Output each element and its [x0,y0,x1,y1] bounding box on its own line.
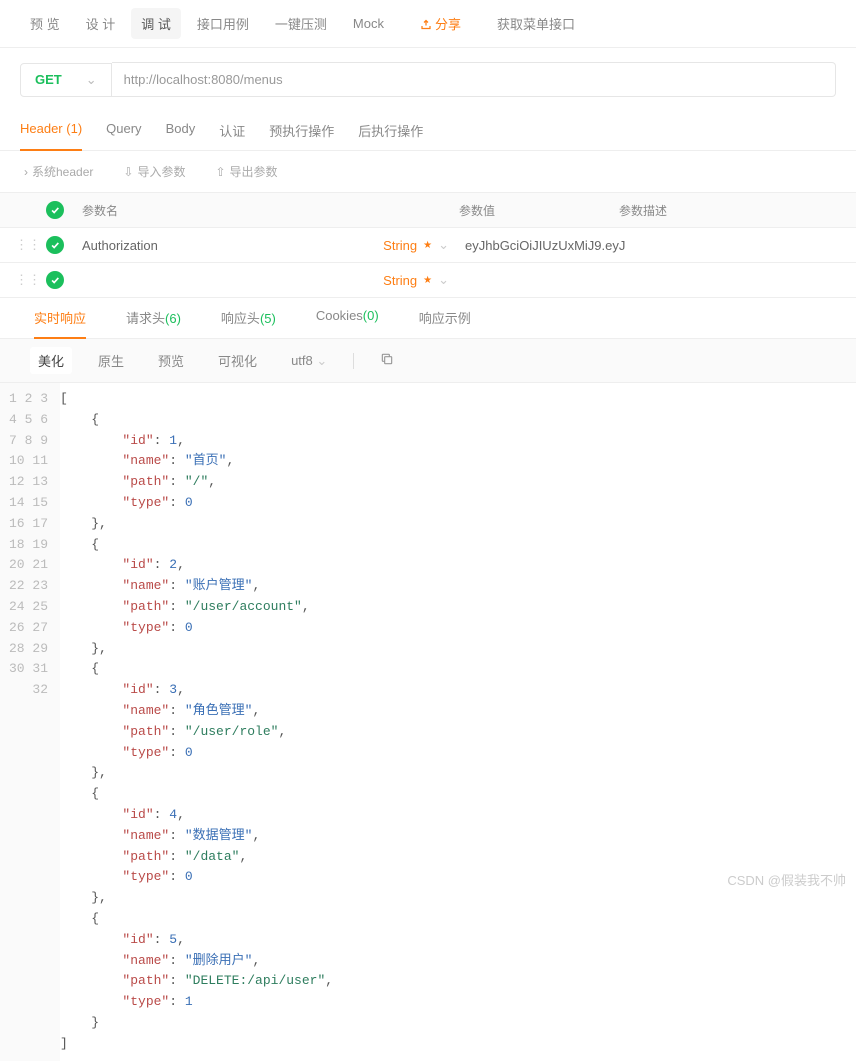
checkmark-icon[interactable] [46,201,64,219]
api-title: 获取菜单接口 [497,14,575,33]
param-type-select[interactable]: String★⌄ [309,272,459,288]
copy-icon [380,352,394,366]
tab-loadtest[interactable]: 一键压测 [265,8,337,39]
tab-mock[interactable]: Mock [343,10,394,37]
tab-body[interactable]: Body [166,111,196,150]
chevron-right-icon: › [24,165,28,179]
param-name[interactable]: Authorization [82,238,309,253]
params-header-row: 参数名 参数值 参数描述 [0,193,856,228]
export-params-button[interactable]: ⇧导出参数 [215,163,277,180]
checkmark-icon[interactable] [46,236,64,254]
url-input[interactable] [112,62,836,97]
code-gutter: 1 2 3 4 5 6 7 8 9 10 11 12 13 14 15 16 1… [0,383,60,1061]
response-tabs: 实时响应 请求头(6) 响应头(5) Cookies(0) 响应示例 [0,298,856,339]
chevron-down-icon: ⌄ [438,237,449,253]
required-star-icon: ★ [423,275,432,286]
tab-auth[interactable]: 认证 [219,111,245,150]
tab-preview[interactable]: 预 览 [20,8,70,39]
param-row: ⋮⋮ Authorization String★⌄ eyJhbGciOiJIUz… [0,228,856,263]
chevron-down-icon: ⌄ [316,353,327,368]
tab-pre-exec[interactable]: 预执行操作 [269,111,334,150]
tab-usecase[interactable]: 接口用例 [187,8,259,39]
share-icon [420,19,432,31]
tab-header[interactable]: Header (1) [20,111,82,151]
response-toolbar: 美化 原生 预览 可视化 utf8 ⌄ [0,339,856,383]
request-tabs: Header (1) Query Body 认证 预执行操作 后执行操作 [0,111,856,151]
tab-design[interactable]: 设 计 [76,8,126,39]
tab-response-headers[interactable]: 响应头(5) [221,298,276,338]
param-row: ⋮⋮ String★⌄ [0,263,856,298]
method-label: GET [35,72,62,87]
download-icon: ⇩ [123,165,133,179]
visualize-button[interactable]: 可视化 [210,347,265,374]
url-bar: GET ⌄ [0,48,856,111]
tab-debug[interactable]: 调 试 [131,8,181,39]
preview-button[interactable]: 预览 [150,347,192,374]
encoding-select[interactable]: utf8 ⌄ [283,349,335,373]
code-content[interactable]: [ { "id": 1, "name": "首页", "path": "/", … [60,383,856,1061]
tab-query[interactable]: Query [106,111,141,150]
watermark: CSDN @假装我不帅 [727,870,846,889]
upload-icon: ⇧ [215,165,225,179]
drag-handle-icon[interactable]: ⋮⋮ [10,237,46,253]
drag-handle-icon[interactable]: ⋮⋮ [10,272,46,288]
header-toolbar: ›系统header ⇩导入参数 ⇧导出参数 [0,151,856,192]
tab-post-exec[interactable]: 后执行操作 [358,111,423,150]
beautify-button[interactable]: 美化 [30,347,72,374]
method-select[interactable]: GET ⌄ [20,63,112,97]
share-button[interactable]: 分享 [410,8,471,39]
chevron-down-icon: ⌄ [86,72,97,88]
tab-request-headers[interactable]: 请求头(6) [126,298,181,338]
tab-realtime-response[interactable]: 实时响应 [34,298,86,339]
import-params-button[interactable]: ⇩导入参数 [123,163,185,180]
divider [353,353,354,369]
chevron-down-icon: ⌄ [438,272,449,288]
params-table: 参数名 参数值 参数描述 ⋮⋮ Authorization String★⌄ e… [0,192,856,298]
response-body: 1 2 3 4 5 6 7 8 9 10 11 12 13 14 15 16 1… [0,383,856,1061]
required-star-icon: ★ [423,240,432,251]
raw-button[interactable]: 原生 [90,347,132,374]
top-tabs: 预 览 设 计 调 试 接口用例 一键压测 Mock 分享 获取菜单接口 [0,0,856,48]
system-header-toggle[interactable]: ›系统header [24,163,93,180]
param-value[interactable]: eyJhbGciOiJIUzUxMiJ9.eyJ [459,238,619,253]
tab-response-example[interactable]: 响应示例 [419,298,471,338]
checkmark-icon[interactable] [46,271,64,289]
param-type-select[interactable]: String★⌄ [309,237,459,253]
copy-button[interactable] [372,348,402,373]
tab-cookies[interactable]: Cookies(0) [316,298,379,338]
